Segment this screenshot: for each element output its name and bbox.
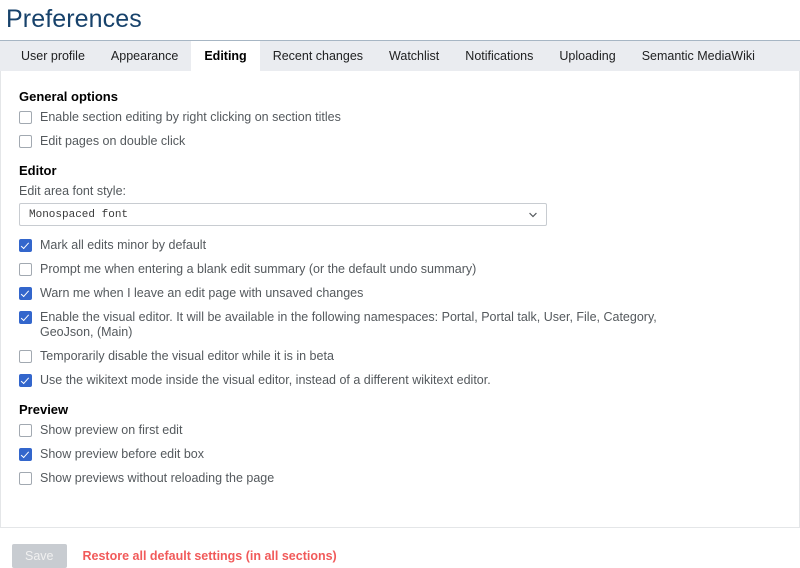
option-row-mark-edits-minor[interactable]: Mark all edits minor by default (19, 238, 783, 253)
checkbox-enable-visual-editor[interactable] (19, 311, 32, 324)
tab-semantic-mediawiki[interactable]: Semantic MediaWiki (629, 41, 768, 71)
tab-uploading[interactable]: Uploading (546, 41, 628, 71)
tab-label: Watchlist (389, 49, 440, 63)
checkbox-enable-section-editing[interactable] (19, 111, 32, 124)
checkbox-disable-visual-editor-beta[interactable] (19, 350, 32, 363)
option-label[interactable]: Show preview before edit box (40, 447, 204, 462)
tab-label: Notifications (465, 49, 534, 63)
checkbox-show-preview-first-edit[interactable] (19, 424, 32, 437)
tab-recent-changes[interactable]: Recent changes (260, 41, 376, 71)
restore-defaults-link[interactable]: Restore all default settings (in all sec… (83, 549, 337, 563)
option-row-wikitext-mode-visual-editor[interactable]: Use the wikitext mode inside the visual … (19, 373, 783, 388)
option-row-show-preview-before-edit-box[interactable]: Show preview before edit box (19, 447, 783, 462)
section-editor: Editor Edit area font style: Monospaced … (1, 163, 799, 388)
option-label[interactable]: Enable the visual editor. It will be ava… (40, 310, 680, 340)
option-label[interactable]: Show previews without reloading the page (40, 471, 274, 486)
editing-preferences-panel: General options Enable section editing b… (0, 71, 800, 528)
option-row-show-previews-without-reload[interactable]: Show previews without reloading the page (19, 471, 783, 486)
edit-area-font-style-select[interactable]: Monospaced font (19, 203, 547, 226)
tab-label: Appearance (110, 49, 179, 63)
section-general-options: General options Enable section editing b… (1, 89, 799, 149)
checkbox-wikitext-mode-visual-editor[interactable] (19, 374, 32, 387)
tab-label: Uploading (559, 49, 616, 63)
option-row-enable-section-editing[interactable]: Enable section editing by right clicking… (19, 110, 783, 125)
option-label[interactable]: Use the wikitext mode inside the visual … (40, 373, 491, 388)
section-heading: Editor (19, 163, 57, 178)
checkbox-prompt-blank-summary[interactable] (19, 263, 32, 276)
checkbox-show-previews-without-reload[interactable] (19, 472, 32, 485)
chevron-down-icon (528, 210, 538, 220)
option-label[interactable]: Prompt me when entering a blank edit sum… (40, 262, 476, 277)
tab-appearance[interactable]: Appearance (98, 41, 191, 71)
checkbox-mark-edits-minor[interactable] (19, 239, 32, 252)
tab-label: Semantic MediaWiki (641, 49, 755, 63)
save-button[interactable]: Save (12, 544, 67, 568)
option-label[interactable]: Temporarily disable the visual editor wh… (40, 349, 334, 364)
option-label[interactable]: Edit pages on double click (40, 134, 185, 149)
option-label[interactable]: Mark all edits minor by default (40, 238, 206, 253)
option-row-edit-pages-double-click[interactable]: Edit pages on double click (19, 134, 783, 149)
checkbox-edit-pages-double-click[interactable] (19, 135, 32, 148)
preferences-footer: Save Restore all default settings (in al… (0, 528, 800, 568)
option-label[interactable]: Show preview on first edit (40, 423, 182, 438)
option-row-warn-unsaved-changes[interactable]: Warn me when I leave an edit page with u… (19, 286, 783, 301)
tab-label: User profile (21, 49, 85, 63)
checkbox-show-preview-before-edit-box[interactable] (19, 448, 32, 461)
section-heading: Preview (19, 402, 69, 417)
section-heading: General options (19, 89, 118, 104)
option-row-disable-visual-editor-beta[interactable]: Temporarily disable the visual editor wh… (19, 349, 783, 364)
section-preview: Preview Show preview on first edit Show … (1, 402, 799, 486)
edit-area-font-style-label: Edit area font style: (19, 184, 127, 198)
option-row-prompt-blank-summary[interactable]: Prompt me when entering a blank edit sum… (19, 262, 783, 277)
tab-watchlist[interactable]: Watchlist (376, 41, 452, 71)
page-title: Preferences (6, 5, 142, 33)
option-row-show-preview-first-edit[interactable]: Show preview on first edit (19, 423, 783, 438)
option-row-enable-visual-editor[interactable]: Enable the visual editor. It will be ava… (19, 310, 783, 340)
tab-label: Recent changes (272, 49, 364, 63)
tab-notifications[interactable]: Notifications (452, 41, 546, 71)
checkbox-warn-unsaved-changes[interactable] (19, 287, 32, 300)
option-label[interactable]: Enable section editing by right clicking… (40, 110, 341, 125)
tab-editing[interactable]: Editing (191, 41, 260, 71)
preferences-tab-bar: User profile Appearance Editing Recent c… (0, 41, 800, 71)
edit-area-font-style-value: Monospaced font (29, 208, 129, 221)
tab-user-profile[interactable]: User profile (8, 41, 98, 71)
tab-label: Editing (204, 49, 247, 63)
option-label[interactable]: Warn me when I leave an edit page with u… (40, 286, 363, 301)
